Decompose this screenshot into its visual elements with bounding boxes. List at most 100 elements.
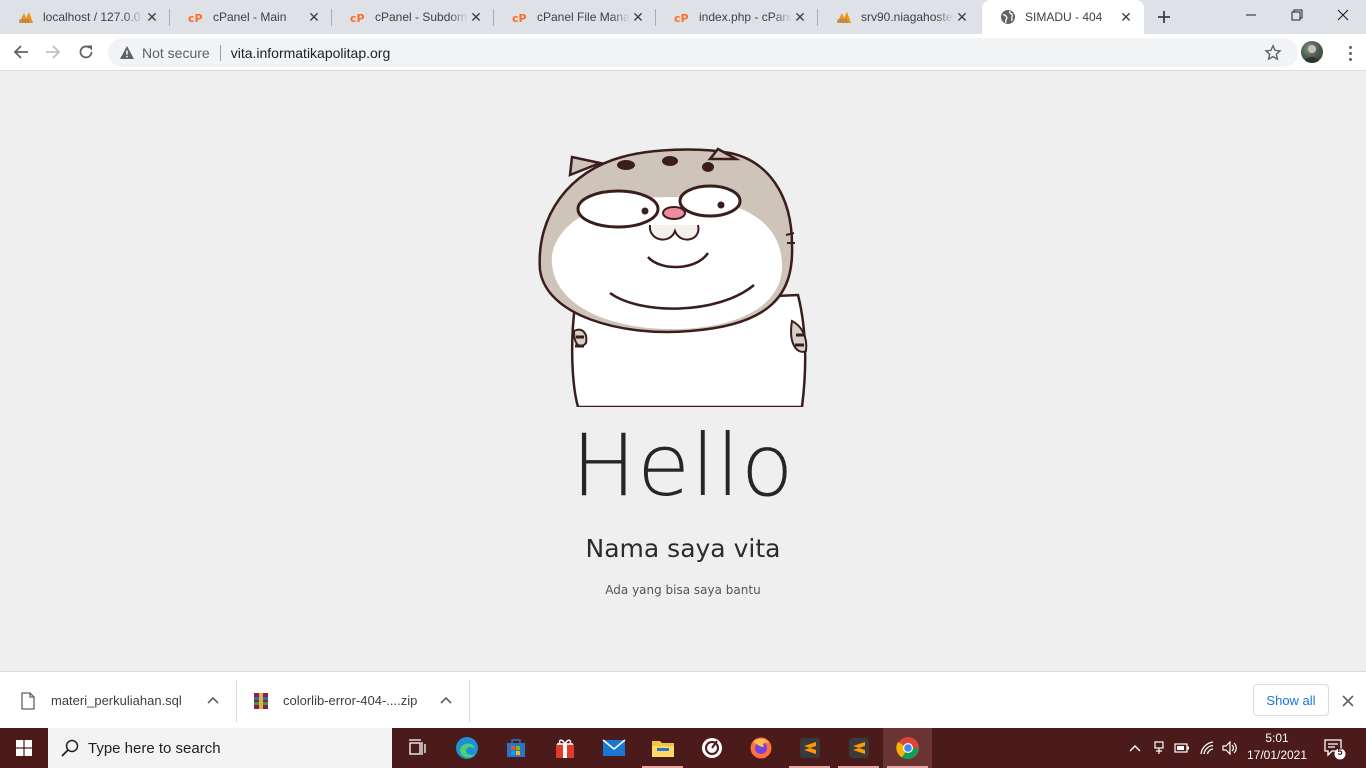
browser-toolbar: Not secure vita.informatikapolitap.org: [0, 34, 1366, 71]
close-window-button[interactable]: [1320, 0, 1366, 30]
notification-count: 5: [1337, 747, 1343, 757]
download-filename: colorlib-error-404-....zip: [283, 693, 418, 708]
tab-cpanel-file-manager[interactable]: cP cPanel File Manager ✕: [494, 0, 656, 34]
show-all-downloads-button[interactable]: Show all: [1253, 684, 1329, 716]
tab-close-icon[interactable]: ✕: [1118, 9, 1134, 25]
gift-icon: [555, 739, 574, 758]
tray-volume-button[interactable]: [1219, 728, 1241, 768]
mail-icon: [601, 739, 626, 756]
tray-usb-button[interactable]: [1148, 728, 1170, 768]
task-view-icon: [408, 739, 426, 755]
taskbar-search-input[interactable]: Type here to search: [48, 728, 392, 768]
svg-text:cP: cP: [188, 12, 203, 23]
speaker-icon: [1222, 741, 1237, 755]
winrar-icon: [253, 692, 269, 710]
taskbar-file-explorer[interactable]: [638, 728, 687, 768]
show-hidden-icons-button[interactable]: [1124, 728, 1146, 768]
chevron-up-icon[interactable]: [204, 691, 222, 709]
tab-localhost[interactable]: PMA localhost / 127.0.0.1 ✕: [0, 0, 170, 34]
taskbar-sublime-1[interactable]: [785, 728, 834, 768]
sublime-text-icon: [799, 738, 820, 758]
tab-close-icon[interactable]: ✕: [954, 9, 970, 25]
file-icon: [21, 691, 37, 710]
close-download-bar-button[interactable]: [1338, 691, 1358, 711]
store-icon: [506, 739, 525, 757]
action-center-button[interactable]: 5: [1322, 736, 1346, 760]
windows-taskbar: Type here to search 5:01 17/01/2021 5: [0, 728, 1366, 768]
taskbar-store[interactable]: [491, 728, 540, 768]
close-icon: [1342, 695, 1354, 707]
cpanel-icon: cP: [674, 9, 690, 25]
back-button[interactable]: [6, 37, 36, 67]
clock-date: 17/01/2021: [1246, 748, 1308, 762]
address-bar[interactable]: Not secure vita.informatikapolitap.org: [108, 38, 1298, 67]
tab-cpanel-subdomains[interactable]: cP cPanel - Subdomains ✕: [332, 0, 494, 34]
taskbar-firefox[interactable]: [736, 728, 785, 768]
clock-time: 5:01: [1265, 731, 1289, 745]
tab-close-icon[interactable]: ✕: [630, 9, 646, 25]
taskbar-edge[interactable]: [442, 728, 491, 768]
chevron-up-icon: [1129, 745, 1141, 752]
download-bar: materi_perkuliahan.sql colorlib-error-40…: [0, 671, 1366, 728]
taskbar-mail[interactable]: [589, 728, 638, 768]
reload-icon: [79, 45, 93, 59]
search-icon: [61, 739, 79, 757]
profile-avatar[interactable]: [1301, 41, 1323, 63]
start-button[interactable]: [0, 728, 48, 768]
tray-wifi-button[interactable]: [1196, 728, 1218, 768]
edge-icon: [455, 737, 478, 759]
browser-menu-button[interactable]: [1340, 43, 1360, 63]
firefox-icon: [750, 737, 771, 759]
new-tab-button[interactable]: [1152, 5, 1176, 29]
arrow-left-icon: [13, 45, 28, 59]
tab-index-php[interactable]: cP index.php - cPanel File Manager ✕: [656, 0, 818, 34]
forward-button[interactable]: [38, 37, 68, 67]
restore-button[interactable]: [1274, 0, 1320, 30]
reload-button[interactable]: [71, 37, 101, 67]
search-placeholder: Type here to search: [88, 739, 221, 757]
tray-battery-button[interactable]: [1171, 728, 1193, 768]
download-item-sql[interactable]: materi_perkuliahan.sql: [21, 672, 237, 729]
minimize-button[interactable]: [1228, 0, 1274, 30]
task-view-button[interactable]: [392, 728, 441, 768]
plus-icon: [1158, 11, 1170, 23]
tab-cpanel-main[interactable]: cP cPanel - Main ✕: [170, 0, 332, 34]
cpanel-icon: cP: [188, 9, 204, 25]
minimize-icon: [1246, 14, 1256, 16]
download-item-zip[interactable]: colorlib-error-404-....zip: [253, 672, 469, 729]
chrome-icon: [895, 737, 919, 759]
usb-icon: [1154, 741, 1164, 754]
tab-simadu-404[interactable]: SIMADU - 404 ✕: [982, 0, 1144, 34]
tab-close-icon[interactable]: ✕: [144, 9, 160, 25]
folder-icon: [651, 741, 674, 757]
tab-niagahoster[interactable]: PMA srv90.niagahoster.com ✕: [818, 0, 980, 34]
svg-text:cP: cP: [512, 12, 527, 23]
taskbar-chrome[interactable]: [883, 728, 932, 768]
sublime-text-icon: [848, 738, 869, 758]
taskbar-gift-app[interactable]: [540, 728, 589, 768]
security-label[interactable]: Not secure: [142, 45, 210, 61]
page-subtitle: Nama saya vita: [585, 534, 781, 563]
phpmyadmin-icon: PMA: [836, 9, 852, 25]
cpanel-icon: cP: [350, 9, 366, 25]
battery-icon: [1174, 743, 1189, 753]
wifi-icon: [1200, 741, 1214, 755]
url-text[interactable]: vita.informatikapolitap.org: [231, 45, 391, 61]
taskbar-sublime-2[interactable]: [834, 728, 883, 768]
svg-text:cP: cP: [674, 12, 689, 23]
disc-icon: [701, 738, 722, 758]
warning-icon[interactable]: [119, 45, 135, 61]
phpmyadmin-icon: PMA: [18, 9, 34, 25]
svg-text:PMA: PMA: [19, 19, 30, 24]
page-title: Hello: [571, 416, 795, 516]
cat-illustration: [538, 147, 808, 407]
chevron-up-icon[interactable]: [437, 691, 455, 709]
tab-close-icon[interactable]: ✕: [792, 9, 808, 25]
taskbar-osu[interactable]: [687, 728, 736, 768]
tab-close-icon[interactable]: ✕: [306, 9, 322, 25]
tab-close-icon[interactable]: ✕: [468, 9, 484, 25]
taskbar-clock[interactable]: 5:01 17/01/2021: [1244, 730, 1310, 764]
globe-icon: [1000, 9, 1016, 25]
restore-icon: [1291, 9, 1303, 21]
bookmark-star-icon[interactable]: [1264, 44, 1282, 62]
